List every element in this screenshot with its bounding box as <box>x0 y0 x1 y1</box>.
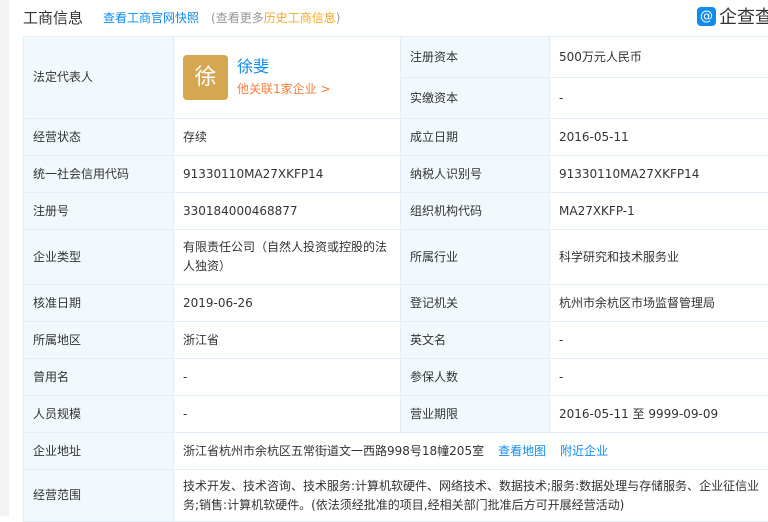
table-row: 经营状态存续成立日期2016-05-11 <box>24 119 768 156</box>
registered-capital-value: 500万元人民币 <box>550 37 768 78</box>
note-suffix: ) <box>336 11 341 25</box>
table-row: 人员规模-营业期限2016-05-11 至 9999-09-09 <box>24 396 768 433</box>
field-value: 2016-05-11 <box>550 119 768 156</box>
section-header: 工商信息 查看工商官网快照 (查看更多历史工商信息) <box>23 6 340 28</box>
address-cell: 浙江省杭州市余杭区五常街道文一西路998号18幢205室查看地图附近企业 <box>174 433 768 470</box>
field-value: - <box>550 322 768 359</box>
field-label: 企业类型 <box>24 230 174 285</box>
field-label: 人员规模 <box>24 396 174 433</box>
qichacha-logo: @企查查 <box>697 3 768 29</box>
field-label: 成立日期 <box>401 119 550 156</box>
snapshot-link[interactable]: 查看工商官网快照 <box>103 9 199 26</box>
registered-capital-label: 注册资本 <box>401 37 550 78</box>
field-label: 参保人数 <box>401 359 550 396</box>
logo-icon: @ <box>697 7 716 26</box>
field-label: 统一社会信用代码 <box>24 156 174 193</box>
field-label: 组织机构代码 <box>401 193 550 230</box>
left-scroll-strip <box>0 0 9 516</box>
field-label: 所属地区 <box>24 322 174 359</box>
field-value: - <box>174 359 401 396</box>
field-label: 营业期限 <box>401 396 550 433</box>
field-label: 登记机关 <box>401 285 550 322</box>
field-value: 330184000468877 <box>174 193 401 230</box>
paid-capital-value: - <box>550 78 768 119</box>
field-value: 科学研究和技术服务业 <box>550 230 768 285</box>
history-link[interactable]: 历史工商信息 <box>264 11 336 25</box>
field-value: 91330110MA27XKFP14 <box>550 156 768 193</box>
field-value: 存续 <box>174 119 401 156</box>
field-label: 纳税人识别号 <box>401 156 550 193</box>
scope-value: 技术开发、技术咨询、技术服务:计算机软硬件、网络技术、数据技术;服务:数据处理与… <box>174 470 768 522</box>
field-label: 曾用名 <box>24 359 174 396</box>
view-map-link[interactable]: 查看地图 <box>498 444 546 458</box>
related-companies-link[interactable]: 他关联1家企业 > <box>237 80 331 99</box>
table-row: 统一社会信用代码91330110MA27XKFP14纳税人识别号91330110… <box>24 156 768 193</box>
field-value: 浙江省 <box>174 322 401 359</box>
legal-rep-cell: 徐 徐斐 他关联1家企业 > <box>174 37 401 119</box>
legal-rep-name[interactable]: 徐斐 <box>237 56 331 78</box>
table-row: 注册号330184000468877组织机构代码MA27XKFP-1 <box>24 193 768 230</box>
table-row: 核准日期2019-06-26登记机关杭州市余杭区市场监督管理局 <box>24 285 768 322</box>
address-label: 企业地址 <box>24 433 174 470</box>
field-value: - <box>550 359 768 396</box>
logo-text: 企查查 <box>719 3 768 29</box>
table-row: 企业类型有限责任公司（自然人投资或控股的法人独资）所属行业科学研究和技术服务业 <box>24 230 768 285</box>
field-value: 2016-05-11 至 9999-09-09 <box>550 396 768 433</box>
table-row: 所属地区浙江省英文名- <box>24 322 768 359</box>
field-label: 英文名 <box>401 322 550 359</box>
avatar: 徐 <box>183 55 228 100</box>
nearby-companies-link[interactable]: 附近企业 <box>560 444 608 458</box>
table-row: 曾用名-参保人数- <box>24 359 768 396</box>
field-label: 注册号 <box>24 193 174 230</box>
section-title: 工商信息 <box>23 7 83 28</box>
field-value: 有限责任公司（自然人投资或控股的法人独资） <box>174 230 401 285</box>
business-info-table: 法定代表人 徐 徐斐 他关联1家企业 > 注册资本 500万元人民币 实缴资本 … <box>23 36 768 522</box>
field-value: 91330110MA27XKFP14 <box>174 156 401 193</box>
scope-label: 经营范围 <box>24 470 174 522</box>
address-value: 浙江省杭州市余杭区五常街道文一西路998号18幢205室 <box>183 444 484 458</box>
legal-rep-label: 法定代表人 <box>24 37 174 119</box>
field-value: MA27XKFP-1 <box>550 193 768 230</box>
field-label: 所属行业 <box>401 230 550 285</box>
note-prefix: (查看更多 <box>211 11 264 25</box>
history-note: (查看更多历史工商信息) <box>211 9 340 26</box>
field-value: 杭州市余杭区市场监督管理局 <box>550 285 768 322</box>
paid-capital-label: 实缴资本 <box>401 78 550 119</box>
field-value: 2019-06-26 <box>174 285 401 322</box>
field-label: 核准日期 <box>24 285 174 322</box>
field-label: 经营状态 <box>24 119 174 156</box>
field-value: - <box>174 396 401 433</box>
